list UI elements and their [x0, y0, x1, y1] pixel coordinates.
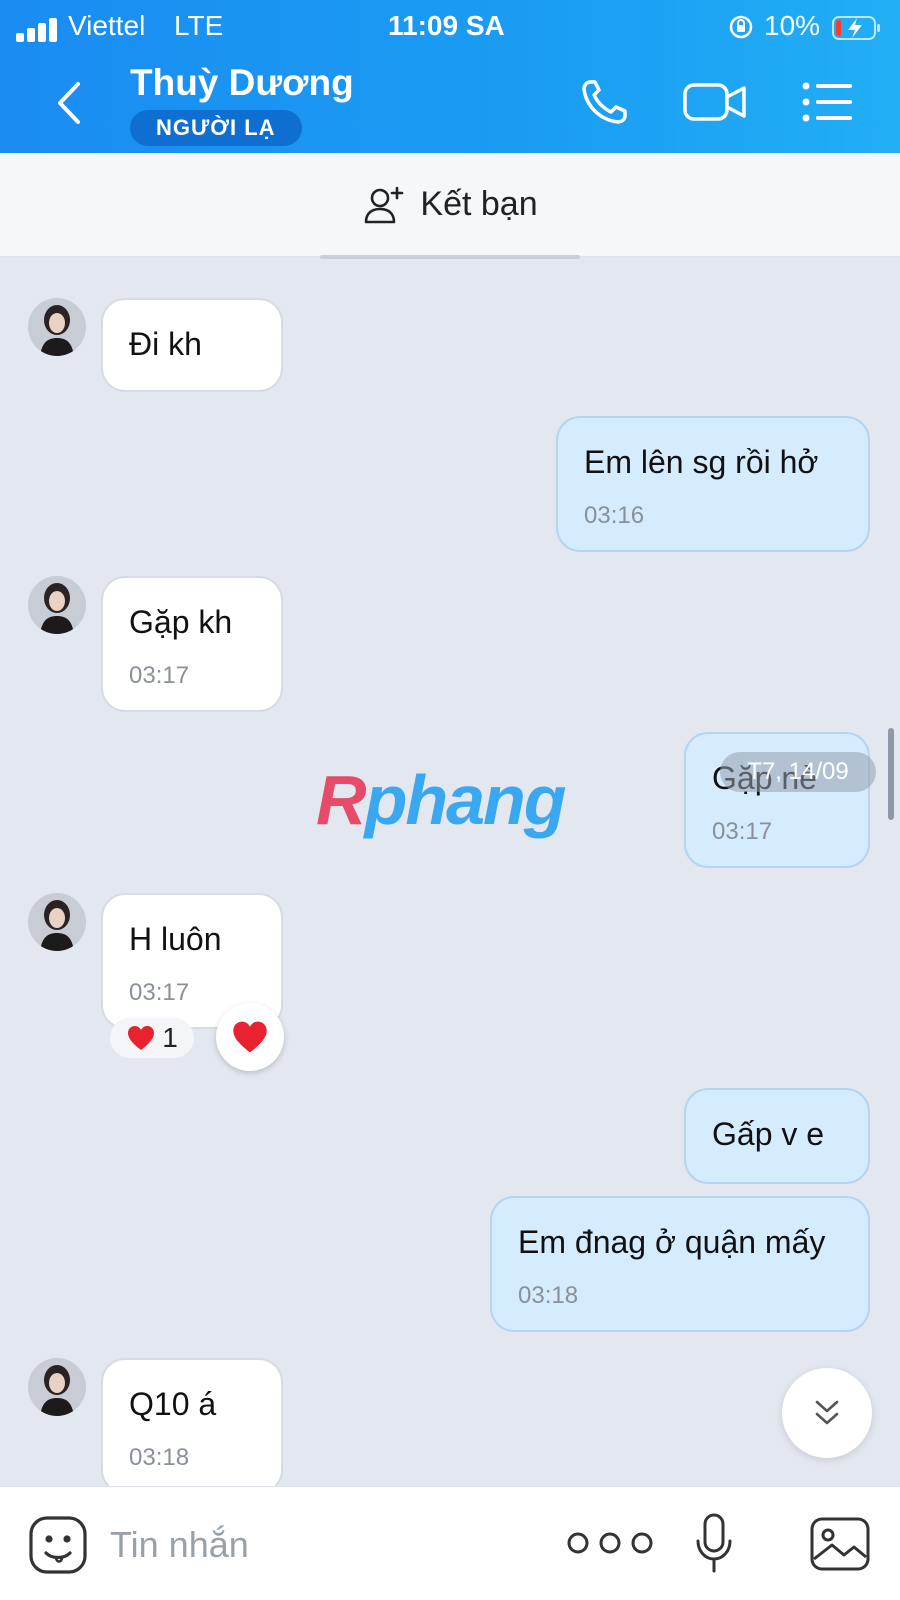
message-bubble[interactable]: Gặp kh 03:17: [101, 576, 283, 712]
avatar[interactable]: [28, 298, 86, 356]
message-text: Em đnag ở quận mấy: [518, 1224, 826, 1260]
message-bubble[interactable]: Gấp v e: [684, 1088, 870, 1184]
avatar[interactable]: [28, 893, 86, 951]
watermark-logo: Rphang: [316, 760, 567, 840]
carrier-name: Viettel: [68, 10, 146, 41]
chat-header: Viettel LTE 11:09 SA 10% Thuỳ Dương NGƯỜ…: [0, 0, 900, 153]
message-text: Q10 á: [129, 1386, 217, 1422]
message-bubble[interactable]: Q10 á 03:18: [101, 1358, 283, 1494]
avatar[interactable]: [28, 576, 86, 634]
network-type: LTE: [174, 10, 224, 41]
collapsed-message-edge: [320, 255, 580, 259]
status-bar: Viettel LTE 11:09 SA 10%: [0, 8, 900, 44]
date-separator-chip: T7, 14/09: [720, 752, 876, 792]
message-time: 03:18: [129, 1444, 190, 1471]
signal-icon: [16, 18, 60, 42]
status-time: 11:09 SA: [388, 10, 505, 41]
message-time: 03:18: [518, 1282, 579, 1309]
message-input[interactable]: [110, 1517, 530, 1573]
message-bubble[interactable]: Em đnag ở quận mấy 03:18: [490, 1196, 870, 1332]
microphone-icon[interactable]: [694, 1511, 734, 1575]
watermark-part1: R: [316, 761, 367, 839]
add-friend-icon: [365, 186, 404, 223]
menu-icon[interactable]: [800, 76, 856, 128]
heart-icon: [128, 1026, 155, 1050]
add-friend-button[interactable]: Kết bạn: [0, 153, 900, 257]
message-bubble[interactable]: Em lên sg rồi hở 03:16: [556, 416, 870, 552]
double-chevron-down-icon: [815, 1400, 839, 1425]
message-time: 03:17: [129, 979, 190, 1006]
avatar[interactable]: [28, 1358, 86, 1416]
stranger-badge: NGƯỜI LẠ: [130, 110, 302, 146]
message-bubble[interactable]: Đi kh: [101, 298, 283, 392]
message-text: Gặp kh: [129, 604, 233, 640]
sticker-icon[interactable]: [28, 1515, 88, 1575]
message-text: H luôn: [129, 921, 222, 957]
battery-percent: 10%: [764, 10, 821, 41]
more-options-icon[interactable]: [562, 1523, 658, 1563]
video-call-icon[interactable]: [682, 76, 748, 128]
image-gallery-icon[interactable]: [808, 1515, 872, 1573]
phone-icon[interactable]: [578, 76, 634, 128]
scrollbar[interactable]: [888, 728, 894, 820]
message-time: 03:17: [129, 662, 190, 689]
message-text: Em lên sg rồi hở: [584, 444, 819, 480]
reaction-summary[interactable]: 1: [110, 1018, 194, 1058]
message-text: Đi kh: [129, 326, 202, 362]
watermark-part2: phang: [364, 761, 567, 839]
scroll-to-bottom-button[interactable]: [782, 1368, 872, 1458]
message-time: 03:17: [712, 818, 773, 845]
add-friend-label: Kết bạn: [420, 185, 538, 223]
back-arrow-icon[interactable]: [50, 78, 90, 128]
contact-name[interactable]: Thuỳ Dương: [130, 62, 354, 104]
heart-icon: [233, 1021, 267, 1053]
battery-charging-icon: [832, 16, 880, 40]
react-heart-button[interactable]: [216, 1003, 284, 1071]
message-time: 03:16: [584, 502, 645, 529]
reaction-count: 1: [162, 1022, 178, 1053]
message-text: Gấp v e: [712, 1116, 825, 1152]
message-composer: [0, 1486, 900, 1600]
rotation-lock-icon: [729, 15, 753, 39]
